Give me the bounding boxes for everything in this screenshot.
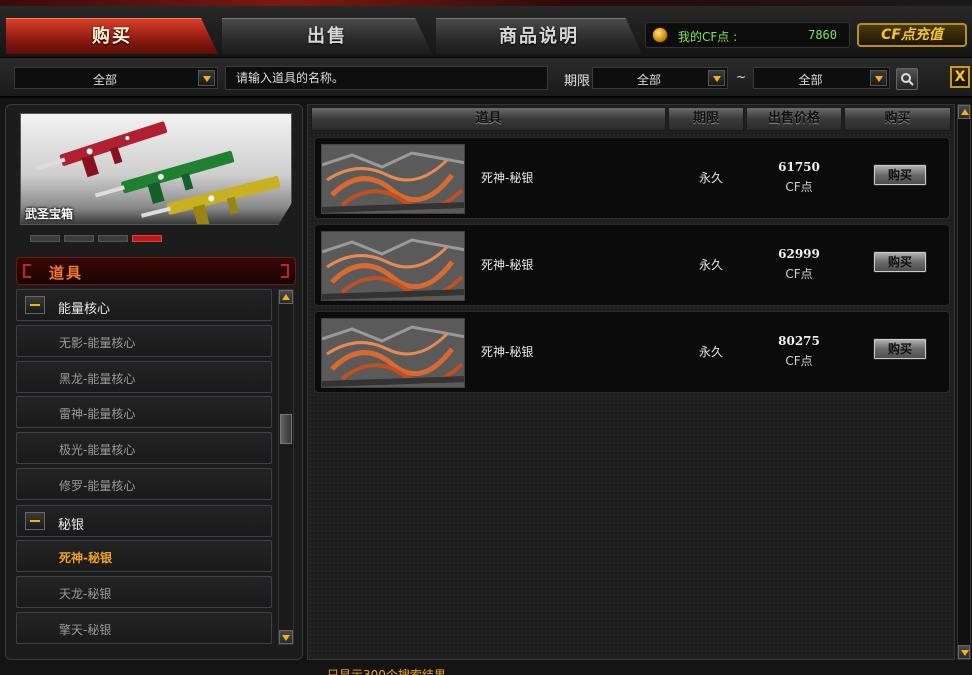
- chevron-down-icon[interactable]: [708, 70, 725, 86]
- period-from-select[interactable]: 全部: [592, 67, 728, 89]
- item-thumbnail: [321, 231, 465, 301]
- scroll-down-icon[interactable]: [279, 630, 293, 644]
- tree-item-label: 擎天-秘银: [59, 623, 112, 637]
- cf-points-label: 我的CF点 :: [678, 30, 738, 44]
- tree-item-label: 极光-能量核心: [59, 443, 136, 457]
- period-to-value: 全部: [798, 73, 823, 87]
- table-row: 死神-秘银 永久 61750 CF点 购买: [314, 137, 950, 219]
- tree-group-mithril[interactable]: 秘银: [16, 505, 272, 537]
- item-name: 死神-秘银: [481, 345, 534, 359]
- tree-item-label: 天龙-秘银: [59, 587, 112, 601]
- tree-item[interactable]: 擎天-秘银: [16, 612, 272, 644]
- column-header-price: 出售价格: [746, 107, 842, 131]
- bracket-right-icon: [281, 264, 289, 278]
- item-name: 死神-秘银: [481, 171, 534, 185]
- buy-button[interactable]: 购买: [873, 164, 927, 186]
- chevron-down-icon[interactable]: [198, 70, 215, 86]
- category-header: 道具: [16, 257, 296, 285]
- tree-item-label: 修罗-能量核心: [59, 479, 136, 493]
- featured-caption: 武圣宝箱: [25, 207, 74, 221]
- item-period: 永久: [699, 345, 724, 359]
- listing-panel: 道具 期限 出售价格 购买 死神-秘银 永久 61750 CF点 购买 死神-秘…: [307, 104, 955, 660]
- period-to-select[interactable]: 全部: [753, 67, 890, 89]
- tree-item[interactable]: 极光-能量核心: [16, 432, 272, 464]
- tree-item-label: 无影-能量核心: [59, 336, 136, 350]
- chevron-down-icon[interactable]: [870, 70, 887, 86]
- mithril-texture-image: [322, 232, 464, 300]
- item-currency: CF点: [785, 267, 813, 281]
- category-select-value: 全部: [92, 73, 117, 87]
- carousel-dot[interactable]: [30, 235, 60, 242]
- search-placeholder: 请输入道具的名称。: [236, 71, 345, 85]
- item-currency: CF点: [785, 180, 813, 194]
- tree-item[interactable]: 黑龙-能量核心: [16, 361, 272, 393]
- tree-group-label: 能量核心: [58, 302, 111, 317]
- column-header-item: 道具: [311, 107, 666, 131]
- scroll-up-icon[interactable]: [279, 290, 293, 304]
- range-separator: ~: [736, 70, 747, 84]
- table-row: 死神-秘银 永久 62999 CF点 购买: [314, 224, 950, 306]
- cf-points-value: 7860: [808, 28, 837, 42]
- carousel-dot[interactable]: [98, 235, 128, 242]
- result-limit-note: 只显示300个搜索结果: [327, 668, 446, 675]
- tab-sell[interactable]: 出售: [222, 18, 432, 54]
- item-period: 永久: [699, 258, 724, 272]
- mithril-texture-image: [322, 319, 464, 387]
- scroll-up-icon[interactable]: [958, 105, 970, 119]
- item-thumbnail: [321, 144, 465, 214]
- period-label: 期限: [564, 74, 591, 89]
- tree-item-label: 死神-秘银: [59, 551, 112, 565]
- buy-button[interactable]: 购买: [873, 338, 927, 360]
- listing-scrollbar[interactable]: [957, 104, 971, 660]
- carousel-dot[interactable]: [64, 235, 94, 242]
- top-bar: 购买 出售 商品说明 我的CF点 : 7860 CF点充值: [0, 0, 972, 58]
- tab-buy[interactable]: 购买: [6, 18, 218, 54]
- column-header-buy: 购买: [844, 107, 951, 131]
- tree-group-energy-core[interactable]: 能量核心: [16, 289, 272, 321]
- search-button[interactable]: [896, 68, 918, 90]
- category-select[interactable]: 全部: [14, 67, 218, 89]
- item-price: 61750: [778, 160, 820, 174]
- tree-item[interactable]: 无影-能量核心: [16, 325, 272, 357]
- table-row: 死神-秘银 永久 80275 CF点 购买: [314, 311, 950, 393]
- collapse-icon[interactable]: [25, 296, 45, 314]
- mithril-texture-image: [322, 145, 464, 213]
- category-tree: 能量核心 无影-能量核心 黑龙-能量核心 雷神-能量核心 极光-能量核心 修罗-…: [16, 289, 274, 647]
- tree-item[interactable]: 天龙-秘银: [16, 576, 272, 608]
- filter-bar: 全部 请输入道具的名称。 期限 全部 ~ 全部 X: [0, 58, 972, 98]
- buy-button[interactable]: 购买: [873, 251, 927, 273]
- tree-item[interactable]: 修罗-能量核心: [16, 468, 272, 500]
- item-price: 80275: [778, 334, 820, 348]
- tree-item-label: 雷神-能量核心: [59, 407, 136, 421]
- collapse-icon[interactable]: [25, 512, 45, 530]
- top-accent-strip: [0, 0, 972, 6]
- tree-item-selected[interactable]: 死神-秘银: [16, 540, 272, 572]
- tree-item-label: 黑龙-能量核心: [59, 372, 136, 386]
- item-period: 永久: [699, 171, 724, 185]
- search-input[interactable]: 请输入道具的名称。: [225, 66, 548, 90]
- item-thumbnail: [321, 318, 465, 388]
- category-panel: 武圣宝箱 道具 能量核心 无影-能量核心 黑龙-能量核心 雷神-能量核心 极光-…: [5, 104, 303, 660]
- table-header: 道具 期限 出售价格 购买: [311, 107, 951, 131]
- item-price: 62999: [778, 247, 820, 261]
- magnifier-icon: [901, 73, 914, 86]
- cf-points-display: 我的CF点 : 7860: [645, 22, 850, 48]
- tree-item[interactable]: 雷神-能量核心: [16, 396, 272, 428]
- tab-item-description[interactable]: 商品说明: [436, 18, 642, 54]
- carousel-dot-active[interactable]: [132, 235, 162, 242]
- item-currency: CF点: [785, 354, 813, 368]
- tree-scrollbar[interactable]: [278, 289, 294, 645]
- category-header-title: 道具: [49, 264, 84, 282]
- featured-banner[interactable]: 武圣宝箱: [20, 113, 292, 225]
- close-button[interactable]: X: [950, 66, 970, 88]
- scroll-down-icon[interactable]: [958, 645, 970, 659]
- scroll-thumb[interactable]: [280, 414, 292, 444]
- period-from-value: 全部: [636, 73, 661, 87]
- column-header-period: 期限: [668, 107, 744, 131]
- tree-group-label: 秘银: [58, 518, 85, 533]
- item-name: 死神-秘银: [481, 258, 534, 272]
- coin-icon: [652, 27, 668, 43]
- recharge-button[interactable]: CF点充值: [857, 23, 967, 47]
- bracket-left-icon: [23, 264, 31, 278]
